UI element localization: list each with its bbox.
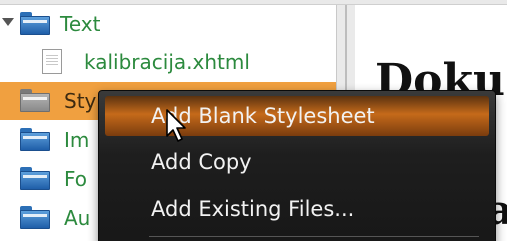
mouse-pointer-icon <box>166 109 186 142</box>
menu-separator <box>149 236 479 237</box>
tree-item-label: Im <box>64 128 90 152</box>
menu-item-label: Add Copy <box>151 150 252 174</box>
tree-item-label: Au <box>64 206 91 230</box>
tree-item-label: Fo <box>64 167 88 191</box>
folder-icon <box>20 167 50 190</box>
menu-item-add-blank-stylesheet[interactable]: Add Blank Stylesheet <box>105 96 489 136</box>
tree-item-label: Text <box>60 12 101 36</box>
tree-item-label: kalibracija.xhtml <box>84 50 250 74</box>
folder-icon <box>20 12 50 35</box>
menu-item-add-copy[interactable]: Add Copy <box>105 142 489 182</box>
expand-arrow-icon[interactable] <box>2 18 14 26</box>
screen: Text kalibracija.xhtml Sty Im Fo Au Doku… <box>0 0 507 241</box>
menu-item-add-existing-files[interactable]: Add Existing Files... <box>105 189 489 229</box>
folder-icon <box>20 206 50 229</box>
document-icon <box>42 49 62 74</box>
context-menu: Add Blank Stylesheet Add Copy Add Existi… <box>98 90 496 241</box>
tree-item-label: Sty <box>64 89 97 113</box>
folder-icon <box>20 128 50 151</box>
tree-item-text-folder[interactable]: Text <box>0 5 336 43</box>
folder-icon <box>20 89 50 112</box>
menu-item-label: Add Existing Files... <box>151 197 355 221</box>
tree-item-xhtml-file[interactable]: kalibracija.xhtml <box>0 43 336 81</box>
